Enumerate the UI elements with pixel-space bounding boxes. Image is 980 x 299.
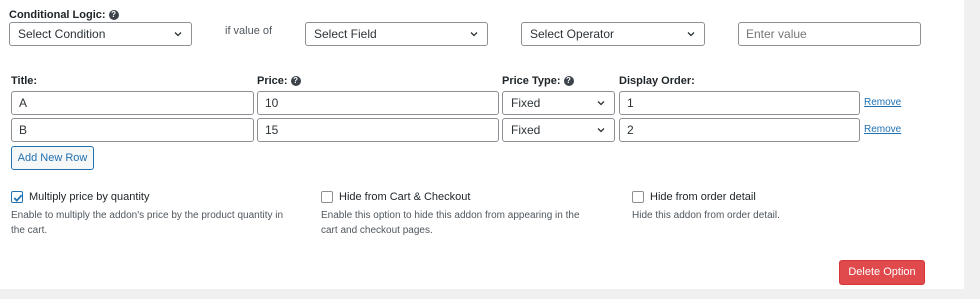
conditional-logic-label: Conditional Logic:? [9,9,119,21]
multiply-price-checkbox[interactable] [11,191,23,203]
price-type-column-text: Price Type: [502,75,561,87]
field-select-value: Select Field [314,27,377,41]
hide-cart-checkout-description: Enable this option to hide this addon fr… [321,208,580,238]
row-price-type-value: Fixed [511,96,541,110]
hide-cart-checkout-description-line: Enable this option to hide this addon fr… [321,210,580,221]
conditional-logic-text: Conditional Logic: [9,9,106,21]
condition-select[interactable]: Select Condition [9,22,192,46]
row-price-type-select[interactable]: Fixed [502,91,615,115]
hide-order-detail-checkbox[interactable] [632,191,644,203]
row-price-type-select[interactable]: Fixed [502,118,615,142]
hide-order-detail-description: Hide this addon from order detail. [632,208,780,223]
row-title-input[interactable]: A [11,91,254,115]
if-value-of-text: if value of [225,25,273,37]
question-circle-icon[interactable]: ? [563,76,574,86]
question-circle-icon[interactable]: ? [290,76,301,86]
hide-cart-checkout-checkbox[interactable] [321,191,333,203]
multiply-price-description: Enable to multiply the addon's price by … [11,208,283,238]
row-display-order-input[interactable]: 1 [619,91,860,115]
hide-order-detail-description-line: Hide this addon from order detail. [632,210,780,221]
row-price-type-value: Fixed [511,123,541,137]
price-column-text: Price: [257,75,288,87]
question-circle-icon[interactable]: ? [108,10,119,20]
remove-row-link[interactable]: Remove [864,97,901,108]
row-price-input[interactable]: 15 [257,118,499,142]
row-display-order-input[interactable]: 2 [619,118,860,142]
chevron-down-icon [597,128,605,133]
multiply-price-label[interactable]: Multiply price by quantity [29,191,149,203]
addon-option-panel: Conditional Logic:? Select Condition if … [0,0,964,289]
display-order-column-header: Display Order: [619,75,695,87]
title-column-header: Title: [11,75,38,87]
hide-order-detail-label[interactable]: Hide from order detail [650,191,756,203]
field-select[interactable]: Select Field [305,22,488,46]
chevron-down-icon [687,32,695,37]
operator-select-value: Select Operator [530,27,615,41]
chevron-down-icon [470,32,478,37]
price-column-header: Price:? [257,75,301,87]
operator-select[interactable]: Select Operator [521,22,705,46]
hide-cart-checkout-description-line: cart and checkout pages. [321,225,433,236]
row-title-input[interactable]: B [11,118,254,142]
condition-value-input[interactable] [738,22,921,46]
checkmark-icon [13,194,23,202]
chevron-down-icon [597,101,605,106]
chevron-down-icon [174,32,182,37]
multiply-price-description-line: the cart. [11,225,48,236]
condition-select-value: Select Condition [18,27,106,41]
remove-row-link[interactable]: Remove [864,124,901,135]
hide-cart-checkout-label[interactable]: Hide from Cart & Checkout [339,191,470,203]
price-type-column-header: Price Type:? [502,75,574,87]
row-price-input[interactable]: 10 [257,91,499,115]
multiply-price-description-line: Enable to multiply the addon's price by … [11,210,284,221]
add-new-row-button[interactable]: Add New Row [11,146,94,170]
delete-option-button[interactable]: Delete Option [839,260,925,285]
